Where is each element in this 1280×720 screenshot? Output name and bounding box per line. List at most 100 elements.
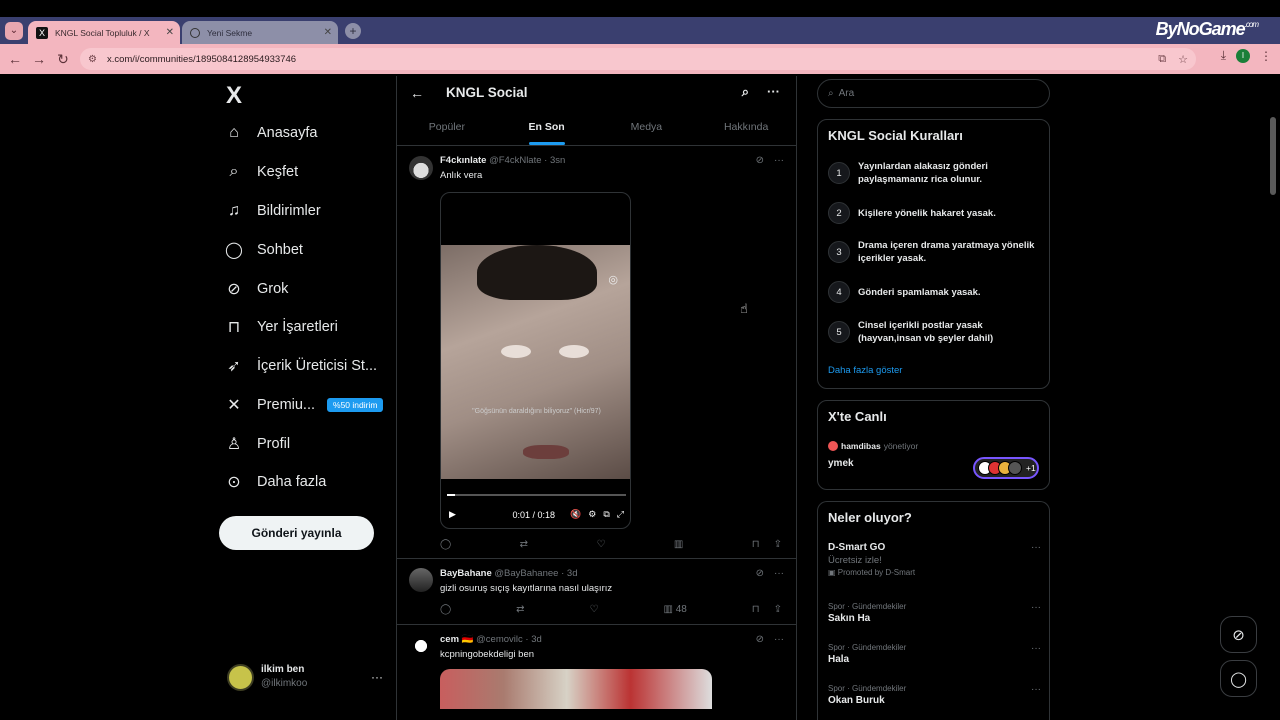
tab-latest[interactable]: En Son bbox=[497, 109, 597, 145]
live-card[interactable]: X'te Canlı hamdibas yönetiyor ymek +1 bbox=[817, 400, 1050, 490]
repost-icon[interactable]: ⇄ bbox=[516, 604, 524, 615]
tab-media[interactable]: Medya bbox=[597, 109, 697, 145]
more-icon[interactable]: ··· bbox=[371, 670, 383, 684]
more-icon[interactable]: ··· bbox=[1031, 542, 1041, 553]
post-time[interactable]: 3d bbox=[567, 568, 578, 579]
search-input[interactable]: ⌕ Ara bbox=[817, 79, 1050, 108]
video-player[interactable]: ◎ "Göğsünün daraldığını biliyoruz" (Hicr… bbox=[440, 192, 631, 529]
x-logo-icon[interactable]: X bbox=[226, 82, 242, 110]
post[interactable]: BayBahane @BayBahanee · 3d ⊘ ··· gizli os… bbox=[397, 559, 796, 625]
reload-icon[interactable]: ↻ bbox=[51, 47, 75, 71]
more-icon[interactable]: ··· bbox=[1031, 602, 1041, 613]
views-count[interactable]: ▥ 48 bbox=[663, 604, 686, 615]
avatar bbox=[828, 441, 838, 451]
url-text[interactable]: x.com/i/communities/1895084128954933746 bbox=[107, 54, 296, 65]
grok-fab-icon[interactable]: ⊘ bbox=[1220, 616, 1257, 653]
sidebar-item-bookmarks[interactable]: ⊓ Yer İşaretleri bbox=[219, 312, 338, 342]
back-arrow-icon[interactable]: ← bbox=[410, 85, 424, 101]
sidebar-item-creator-studio[interactable]: ➶ İçerik Üreticisi St... bbox=[219, 351, 377, 381]
tab-knglsocial[interactable]: X KNGL Social Topluluk / X ✕ bbox=[28, 21, 180, 44]
download-icon[interactable]: ⤓ bbox=[1221, 48, 1226, 63]
sidebar-item-more[interactable]: ⊙ Daha fazla bbox=[219, 467, 326, 497]
reply-icon[interactable]: ◯ bbox=[440, 604, 451, 615]
post-button[interactable]: Gönderi yayınla bbox=[219, 516, 374, 550]
live-space-title[interactable]: ymek bbox=[828, 458, 854, 469]
show-more-link[interactable]: Daha fazla göster bbox=[828, 365, 902, 376]
bookmark-icon[interactable]: ⊓ bbox=[752, 539, 760, 550]
page-scrollbar[interactable] bbox=[1270, 117, 1276, 195]
post-time[interactable]: 3sn bbox=[550, 155, 565, 166]
page-title: KNGL Social bbox=[446, 85, 528, 100]
tab-search-button[interactable]: ⌄ bbox=[5, 21, 23, 40]
chat-fab-icon[interactable]: ◯ bbox=[1220, 660, 1257, 697]
trend-item[interactable]: Spor · Gündemdekiler Hala ··· bbox=[828, 643, 1041, 665]
post[interactable]: F4ckınlate @F4ckNlate · 3sn ⊘ ··· Anlık v… bbox=[397, 147, 796, 559]
install-app-icon[interactable]: ⧉ bbox=[1158, 53, 1166, 66]
sidebar-item-grok[interactable]: ⊘ Grok bbox=[219, 274, 288, 304]
sidebar-item-premium[interactable]: ✕ Premiu... %50 indirim bbox=[219, 390, 384, 420]
views-icon[interactable]: ▥ bbox=[674, 539, 683, 550]
tab-popular[interactable]: Popüler bbox=[397, 109, 497, 145]
fullscreen-icon[interactable]: ⤢ bbox=[617, 509, 624, 520]
play-icon[interactable]: ▶ bbox=[449, 509, 456, 520]
close-tab-icon[interactable]: ✕ bbox=[166, 27, 174, 38]
more-icon[interactable]: ··· bbox=[1031, 643, 1041, 654]
site-info-icon[interactable]: ⚙ bbox=[88, 54, 97, 65]
settings-icon[interactable]: ⚙ bbox=[588, 509, 596, 520]
close-tab-icon[interactable]: ✕ bbox=[324, 27, 332, 38]
post-handle[interactable]: @F4ckNlate bbox=[489, 155, 541, 166]
new-tab-button[interactable]: + bbox=[345, 22, 361, 39]
bookmark-star-icon[interactable]: ☆ bbox=[1178, 53, 1188, 66]
avatar[interactable] bbox=[409, 568, 433, 592]
mute-icon[interactable]: 🔇 bbox=[570, 509, 581, 520]
pip-icon[interactable]: ⧉ bbox=[603, 509, 609, 520]
more-icon[interactable]: ··· bbox=[1031, 684, 1041, 695]
like-icon[interactable]: ♡ bbox=[590, 604, 599, 615]
post-author[interactable]: F4ckınlate bbox=[440, 155, 486, 166]
repost-icon[interactable]: ⇄ bbox=[520, 539, 528, 550]
live-host-name[interactable]: hamdibas bbox=[841, 441, 881, 451]
sidebar-item-profile[interactable]: ♙ Profil bbox=[219, 429, 290, 459]
account-switcher[interactable]: ilkim ben @ilkimkoo ··· bbox=[227, 662, 387, 692]
avatar[interactable] bbox=[409, 156, 433, 180]
profile-avatar[interactable]: I bbox=[1236, 48, 1250, 63]
trend-item[interactable]: D-Smart GO Ücretsiz izle! ▣ Promoted by … bbox=[828, 542, 1041, 577]
post-media[interactable] bbox=[440, 669, 712, 709]
more-icon[interactable]: ··· bbox=[774, 568, 784, 579]
trend-item[interactable]: Spor · Gündemdekiler Okan Buruk ··· bbox=[828, 684, 1041, 706]
tab-about[interactable]: Hakkında bbox=[696, 109, 796, 145]
video-progress-bar[interactable] bbox=[447, 494, 626, 496]
hand-cursor-icon: ☝ bbox=[740, 301, 748, 316]
sidebar-item-explore[interactable]: ⌕ Keşfet bbox=[219, 157, 299, 187]
x-icon: ✕ bbox=[227, 397, 241, 414]
post-author[interactable]: BayBahane bbox=[440, 568, 492, 579]
live-listeners[interactable]: +1 bbox=[973, 457, 1039, 479]
grok-icon[interactable]: ⊘ bbox=[756, 634, 764, 645]
browser-menu-icon[interactable]: ⋮ bbox=[1260, 49, 1272, 63]
post[interactable]: cem 🇩🇪 @cemovilc · 3d ⊘ ··· kcpningobekde… bbox=[397, 625, 796, 720]
grok-icon[interactable]: ⊘ bbox=[756, 568, 764, 579]
share-icon[interactable]: ⇪ bbox=[774, 539, 782, 550]
share-icon[interactable]: ⇪ bbox=[774, 604, 782, 615]
tab-new-tab[interactable]: Yeni Sekme ✕ bbox=[182, 21, 338, 44]
search-icon[interactable]: ⌕ bbox=[742, 84, 749, 100]
post-handle[interactable]: @cemovilc bbox=[476, 634, 523, 645]
avatar[interactable] bbox=[409, 634, 433, 658]
bookmark-icon[interactable]: ⊓ bbox=[752, 604, 760, 615]
trend-item[interactable]: Spor · Gündemdekiler Sakın Ha ··· bbox=[828, 602, 1041, 624]
back-arrow-icon[interactable]: ← bbox=[3, 47, 27, 71]
reply-icon[interactable]: ◯ bbox=[440, 539, 451, 550]
sidebar-item-home[interactable]: ⌂ Anasayfa bbox=[219, 118, 317, 148]
sidebar-item-notifications[interactable]: ♫ Bildirimler bbox=[219, 196, 321, 226]
like-icon[interactable]: ♡ bbox=[596, 539, 605, 550]
grok-icon[interactable]: ⊘ bbox=[756, 155, 764, 166]
more-icon[interactable]: ··· bbox=[774, 155, 784, 166]
forward-arrow-icon[interactable]: → bbox=[27, 47, 51, 71]
more-icon[interactable]: ··· bbox=[767, 84, 780, 100]
address-bar[interactable]: ⚙ x.com/i/communities/189508412895493374… bbox=[80, 48, 1196, 70]
sidebar-item-chat[interactable]: ◯ Sohbet bbox=[219, 235, 303, 265]
post-handle[interactable]: @BayBahanee bbox=[494, 568, 558, 579]
post-author[interactable]: cem bbox=[440, 634, 459, 645]
post-time[interactable]: 3d bbox=[531, 634, 542, 645]
more-icon[interactable]: ··· bbox=[774, 634, 784, 645]
